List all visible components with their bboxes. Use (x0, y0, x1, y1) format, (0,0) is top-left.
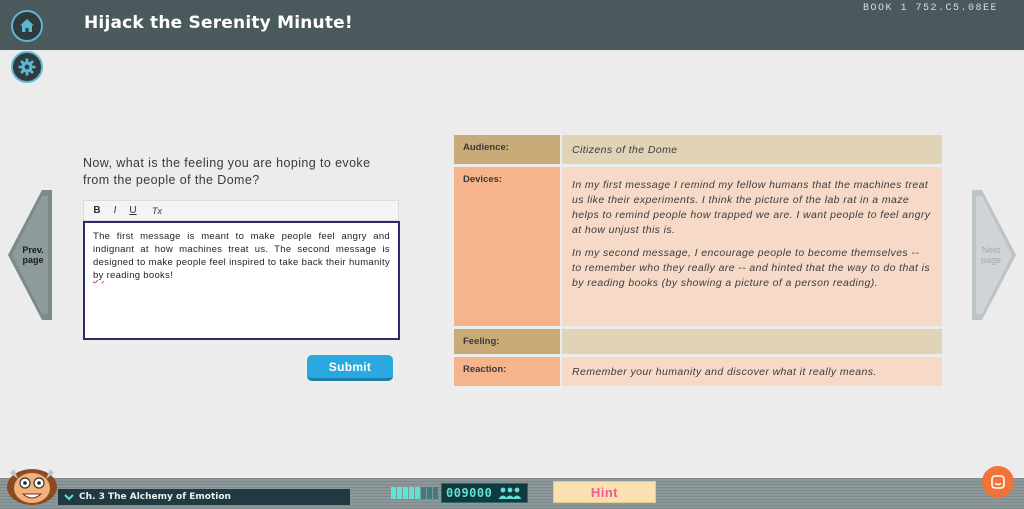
reaction-row: Reaction: Remember your humanity and dis… (454, 357, 942, 386)
answer-editor[interactable]: The first message is meant to make peopl… (83, 221, 400, 340)
misspelled-word: by (93, 270, 104, 281)
energy-meter (391, 487, 438, 499)
reaction-label: Reaction: (454, 357, 560, 386)
prev-label-line1: Prev. (22, 245, 44, 255)
meter-segment (403, 487, 408, 499)
next-page-label: Next page (976, 245, 1006, 265)
book-code: BOOK 1 752.C5.08EE (862, 3, 998, 14)
feeling-value (562, 329, 942, 354)
prev-label-line2: page (22, 255, 44, 265)
chapter-title: Ch. 3 The Alchemy of Emotion (79, 492, 231, 502)
meter-segment (433, 487, 438, 499)
people-icon (498, 487, 522, 499)
home-icon (20, 19, 34, 32)
bold-button[interactable]: B (92, 205, 102, 216)
underline-button[interactable]: U (128, 205, 138, 216)
audience-label: Audience: (454, 135, 560, 164)
prev-page-button[interactable]: Prev. page (8, 190, 52, 320)
devices-value: In my first message I remind my fellow h… (562, 167, 942, 326)
next-label-line2: page (980, 255, 1002, 265)
devices-label: Devices: (454, 167, 560, 326)
audience-value: Citizens of the Dome (562, 135, 942, 164)
meter-segment (409, 487, 414, 499)
feeling-row: Feeling: (454, 329, 942, 354)
feeling-label: Feeling: (454, 329, 560, 354)
next-page-button[interactable]: Next page (972, 190, 1016, 320)
submit-button[interactable]: Submit (307, 355, 393, 381)
editor-toolbar: B I U Tx (83, 200, 399, 221)
devices-row: Devices: In my first message I remind my… (454, 167, 942, 326)
chat-icon (991, 475, 1005, 489)
meter-segment (421, 487, 426, 499)
devices-paragraph-1: In my first message I remind my fellow h… (572, 179, 931, 236)
chapter-selector[interactable]: Ch. 3 The Alchemy of Emotion (58, 489, 350, 505)
answer-text-part2: reading books! (103, 270, 174, 281)
score-box: 009000 (441, 483, 529, 503)
clear-format-button[interactable]: Tx (152, 206, 162, 216)
gear-icon (18, 58, 36, 76)
top-bar: Hijack the Serenity Minute! BOOK 1 752.C… (0, 0, 1024, 50)
reaction-value: Remember your humanity and discover what… (562, 357, 942, 386)
chevron-down-icon (64, 494, 74, 501)
hint-button[interactable]: Hint (553, 481, 656, 503)
score-value: 009000 (446, 486, 493, 500)
prev-page-label: Prev. page (18, 245, 48, 265)
meter-segment (391, 487, 396, 499)
next-label-line1: Next (981, 245, 1001, 255)
page-title: Hijack the Serenity Minute! (84, 13, 353, 33)
devices-paragraph-2: In my second message, I encourage people… (572, 247, 930, 289)
meter-segment (427, 487, 432, 499)
score-display: 009000 (391, 483, 539, 503)
home-button[interactable] (11, 10, 43, 42)
question-prompt: Now, what is the feeling you are hoping … (83, 156, 371, 187)
audience-row: Audience: Citizens of the Dome (454, 135, 942, 164)
settings-button[interactable] (11, 51, 43, 83)
meter-segment (397, 487, 402, 499)
answer-text-part1: The first message is meant to make peopl… (93, 231, 390, 268)
chat-button[interactable] (982, 466, 1014, 498)
italic-button[interactable]: I (110, 205, 120, 216)
character-avatar[interactable] (4, 461, 60, 507)
meter-segment (415, 487, 420, 499)
